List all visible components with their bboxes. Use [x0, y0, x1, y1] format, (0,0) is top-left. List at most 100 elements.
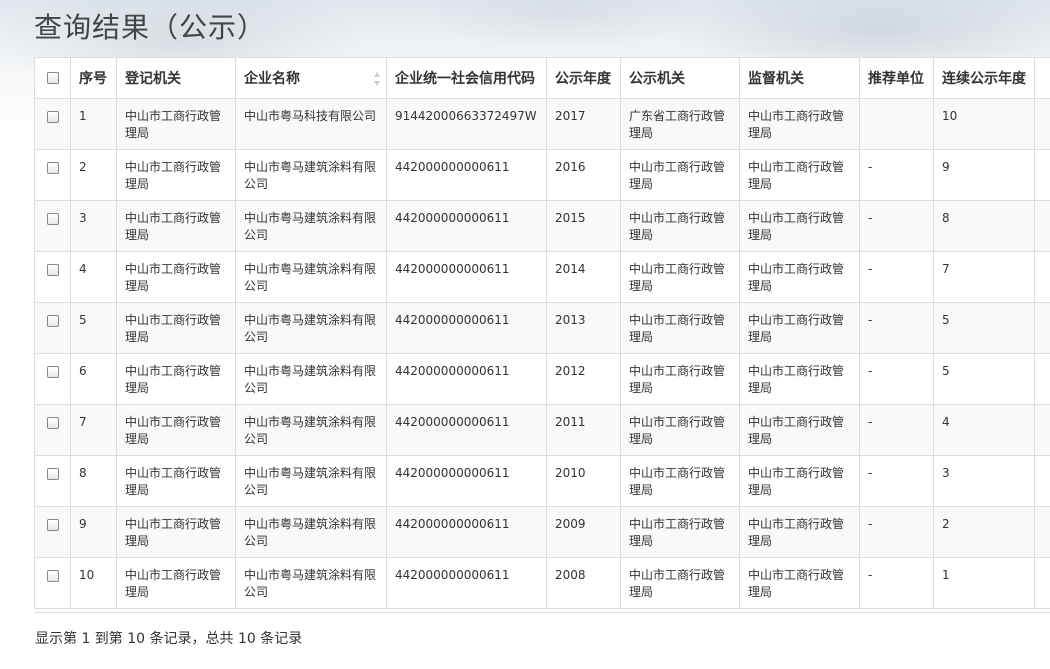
- recommending-unit-cell: -: [859, 506, 934, 558]
- credit-code-cell: 442000000000611: [386, 251, 547, 303]
- registration-authority-cell: 中山市工商行政管理局: [116, 149, 236, 201]
- publicity-authority-cell: 中山市工商行政管理局: [620, 302, 740, 354]
- header-publicity-authority[interactable]: 公示机关: [620, 57, 740, 99]
- publicity-authority-cell: 中山市工商行政管理局: [620, 557, 740, 609]
- row-index-cell: 2: [70, 149, 117, 201]
- publicity-year-cell: 2012: [546, 353, 621, 405]
- row-extra-cell: [1034, 404, 1050, 456]
- header-index[interactable]: 序号: [70, 57, 117, 99]
- row-extra-cell: [1034, 251, 1050, 303]
- row-index-cell: 5: [70, 302, 117, 354]
- row-select-cell: [34, 200, 71, 252]
- consecutive-years-cell: 4: [933, 404, 1035, 456]
- results-table-container: 序号 登记机关 企业名称 企业统一社会信用代码 公示年度 公示机关 监督机关 推…: [34, 57, 1050, 613]
- company-name-cell: 中山市粤马建筑涂料有限公司: [235, 404, 387, 456]
- table-row[interactable]: 9 中山市工商行政管理局 中山市粤马建筑涂料有限公司 442000000000611 2…: [34, 506, 1050, 558]
- credit-code-cell: 442000000000611: [386, 557, 547, 609]
- header-registration-authority[interactable]: 登记机关: [116, 57, 236, 99]
- supervisory-authority-cell: 中山市工商行政管理局: [739, 251, 860, 303]
- row-checkbox[interactable]: [46, 416, 59, 429]
- recommending-unit-cell: -: [859, 200, 934, 252]
- header-company-name-label: 企业名称: [244, 71, 300, 87]
- registration-authority-cell: 中山市工商行政管理局: [116, 353, 236, 405]
- row-checkbox[interactable]: [46, 467, 59, 480]
- registration-authority-cell: 中山市工商行政管理局: [116, 251, 236, 303]
- pagination-summary: 显示第 1 到第 10 条记录，总共 10 条记录: [35, 631, 303, 647]
- recommending-unit-cell: -: [859, 353, 934, 405]
- supervisory-authority-cell: 中山市工商行政管理局: [739, 404, 860, 456]
- row-checkbox[interactable]: [46, 314, 59, 327]
- row-index-cell: 9: [70, 506, 117, 558]
- row-checkbox[interactable]: [46, 161, 59, 174]
- publicity-year-cell: 2014: [546, 251, 621, 303]
- row-checkbox[interactable]: [46, 365, 59, 378]
- company-name-cell: 中山市粤马科技有限公司: [235, 98, 387, 150]
- select-all-checkbox[interactable]: [46, 72, 59, 84]
- row-checkbox[interactable]: [46, 263, 59, 276]
- credit-code-cell: 442000000000611: [386, 506, 547, 558]
- publicity-year-cell: 2009: [546, 506, 621, 558]
- table-row[interactable]: 1 中山市工商行政管理局 中山市粤马科技有限公司 91442000663372497W…: [34, 98, 1050, 150]
- table-row[interactable]: 8 中山市工商行政管理局 中山市粤马建筑涂料有限公司 442000000000611 2…: [34, 455, 1050, 507]
- table-row[interactable]: 5 中山市工商行政管理局 中山市粤马建筑涂料有限公司 442000000000611 2…: [34, 302, 1050, 354]
- header-recommending-unit[interactable]: 推荐单位: [859, 57, 934, 99]
- company-name-cell: 中山市粤马建筑涂料有限公司: [235, 557, 387, 609]
- registration-authority-cell: 中山市工商行政管理局: [116, 557, 236, 609]
- page: 查询结果（公示） 序号 登记机关 企业名称 企业统一社会信用代码 公示年度 公示…: [0, 0, 1050, 669]
- row-select-cell: [34, 455, 71, 507]
- row-extra-cell: [1034, 200, 1050, 252]
- publicity-authority-cell: 中山市工商行政管理局: [620, 455, 740, 507]
- sort-icon[interactable]: [374, 72, 380, 86]
- credit-code-cell: 442000000000611: [386, 455, 547, 507]
- table-row[interactable]: 2 中山市工商行政管理局 中山市粤马建筑涂料有限公司 442000000000611 2…: [34, 149, 1050, 201]
- recommending-unit-cell: -: [859, 302, 934, 354]
- header-supervisory-authority[interactable]: 监督机关: [739, 57, 860, 99]
- registration-authority-cell: 中山市工商行政管理局: [116, 455, 236, 507]
- select-all-cell: [34, 57, 71, 99]
- consecutive-years-cell: 7: [933, 251, 1035, 303]
- publicity-year-cell: 2008: [546, 557, 621, 609]
- credit-code-cell: 91442000663372497W: [386, 98, 547, 150]
- registration-authority-cell: 中山市工商行政管理局: [116, 200, 236, 252]
- row-select-cell: [34, 302, 71, 354]
- publicity-authority-cell: 广东省工商行政管理局: [620, 98, 740, 150]
- row-checkbox[interactable]: [46, 212, 59, 225]
- row-extra-cell: [1034, 149, 1050, 201]
- table-row[interactable]: 4 中山市工商行政管理局 中山市粤马建筑涂料有限公司 442000000000611 2…: [34, 251, 1050, 303]
- row-select-cell: [34, 404, 71, 456]
- publicity-year-cell: 2013: [546, 302, 621, 354]
- row-checkbox[interactable]: [46, 110, 59, 123]
- consecutive-years-cell: 3: [933, 455, 1035, 507]
- header-credit-code[interactable]: 企业统一社会信用代码: [386, 57, 547, 99]
- row-checkbox[interactable]: [46, 569, 59, 582]
- publicity-authority-cell: 中山市工商行政管理局: [620, 251, 740, 303]
- row-index-cell: 3: [70, 200, 117, 252]
- table-row[interactable]: 7 中山市工商行政管理局 中山市粤马建筑涂料有限公司 442000000000611 2…: [34, 404, 1050, 456]
- header-publicity-year[interactable]: 公示年度: [546, 57, 621, 99]
- row-extra-cell: [1034, 353, 1050, 405]
- row-index-cell: 10: [70, 557, 117, 609]
- recommending-unit-cell: -: [859, 251, 934, 303]
- registration-authority-cell: 中山市工商行政管理局: [116, 404, 236, 456]
- company-name-cell: 中山市粤马建筑涂料有限公司: [235, 506, 387, 558]
- consecutive-years-cell: 5: [933, 302, 1035, 354]
- table-row[interactable]: 6 中山市工商行政管理局 中山市粤马建筑涂料有限公司 442000000000611 2…: [34, 353, 1050, 405]
- publicity-year-cell: 2011: [546, 404, 621, 456]
- publicity-year-cell: 2015: [546, 200, 621, 252]
- header-extra: [1034, 57, 1050, 99]
- table-row[interactable]: 10 中山市工商行政管理局 中山市粤马建筑涂料有限公司 442000000000611…: [34, 557, 1050, 609]
- table-row[interactable]: 3 中山市工商行政管理局 中山市粤马建筑涂料有限公司 442000000000611 2…: [34, 200, 1050, 252]
- credit-code-cell: 442000000000611: [386, 302, 547, 354]
- recommending-unit-cell: -: [859, 557, 934, 609]
- supervisory-authority-cell: 中山市工商行政管理局: [739, 455, 860, 507]
- supervisory-authority-cell: 中山市工商行政管理局: [739, 149, 860, 201]
- company-name-cell: 中山市粤马建筑涂料有限公司: [235, 149, 387, 201]
- credit-code-cell: 442000000000611: [386, 200, 547, 252]
- header-consecutive-years[interactable]: 连续公示年度: [933, 57, 1035, 99]
- header-company-name[interactable]: 企业名称: [235, 57, 387, 99]
- row-extra-cell: [1034, 302, 1050, 354]
- credit-code-cell: 442000000000611: [386, 149, 547, 201]
- row-checkbox[interactable]: [46, 518, 59, 531]
- table-body: 1 中山市工商行政管理局 中山市粤马科技有限公司 91442000663372497W…: [34, 98, 1050, 609]
- recommending-unit-cell: -: [859, 149, 934, 201]
